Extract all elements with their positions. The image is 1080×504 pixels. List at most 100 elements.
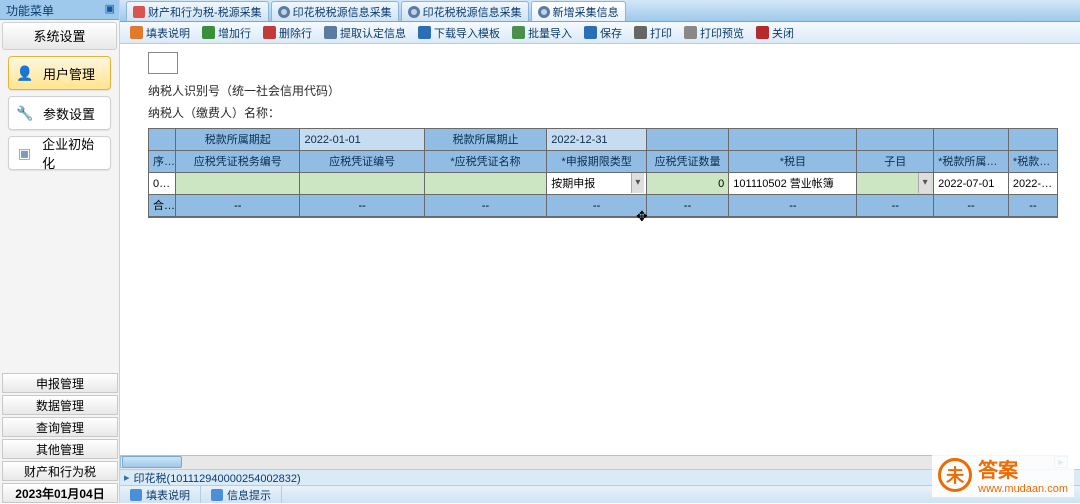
download-template-button[interactable]: 下载导入模板	[412, 23, 506, 43]
taxpayer-name-label: 纳税人（缴费人）名称：	[148, 104, 280, 121]
sum-dash: --	[857, 195, 934, 217]
col-sub-item: 子目	[857, 151, 934, 173]
sidebar-item-company-init[interactable]: ▣ 企业初始化	[8, 136, 111, 170]
header-blank	[729, 129, 857, 151]
col-seq: 序号	[149, 151, 176, 173]
print-button[interactable]: 打印	[628, 23, 678, 43]
user-icon: 👤	[15, 63, 35, 83]
btn-label: 下载导入模板	[434, 25, 500, 41]
left-sidebar: 功能菜单 ▣ 系统设置 👤 用户管理 🔧 参数设置 ▣ 企业初始化 申报管理 数…	[0, 0, 120, 503]
watermark: 未 答案 www.mudaan.com	[932, 452, 1074, 497]
header-blank	[857, 129, 934, 151]
breadcrumb-text[interactable]: 印花税(101112940000254002832)	[134, 470, 301, 486]
sidebar-item-param-set[interactable]: 🔧 参数设置	[8, 96, 111, 130]
sum-dash: --	[1009, 195, 1057, 217]
cell-cert-count[interactable]: 0	[647, 173, 729, 195]
tip-icon	[211, 489, 223, 501]
system-settings-header[interactable]: 系统设置	[2, 22, 117, 50]
doc-icon	[133, 6, 145, 18]
sum-dash: --	[729, 195, 857, 217]
tab-label: 印花税税源信息采集	[423, 4, 522, 20]
tab-label: 新增采集信息	[553, 4, 619, 20]
sum-dash: --	[300, 195, 424, 217]
scroll-thumb[interactable]	[122, 456, 182, 468]
header-period-start-value: 2022-01-01	[300, 129, 424, 151]
cell-declare-type-select[interactable]: 按期申报	[547, 173, 647, 195]
data-grid: 税款所属期起 2022-01-01 税款所属期止 2022-12-31 序号 应…	[148, 128, 1058, 218]
btn-label: 打印	[650, 25, 672, 41]
gear-icon	[538, 6, 550, 18]
nav-declare-mgmt[interactable]: 申报管理	[2, 373, 118, 393]
cell-tax-cert-no[interactable]	[176, 173, 300, 195]
close-button[interactable]: 关闭	[750, 23, 800, 43]
status-fill-instructions[interactable]: 填表说明	[120, 486, 201, 503]
header-period-end-label: 税款所属期止	[425, 129, 547, 151]
header-period-start-label: 税款所属期起	[176, 129, 300, 151]
plus-icon	[202, 26, 215, 39]
preview-icon	[684, 26, 697, 39]
fill-instructions-button[interactable]: 填表说明	[124, 23, 196, 43]
cell-cert-name[interactable]	[425, 173, 547, 195]
wrench-icon: 🔧	[15, 103, 35, 123]
col-cert-no: 应税凭证编号	[300, 151, 424, 173]
cell-own-end: 2022-12-31	[1009, 173, 1057, 195]
col-own-end: *税款所属期	[1009, 151, 1057, 173]
col-cert-count: 应税凭证数量	[647, 151, 729, 173]
btn-label: 关闭	[772, 25, 794, 41]
tab-new-collect[interactable]: 新增采集信息	[531, 1, 626, 21]
tabs-bar: 财产和行为税-税源采集 印花税税源信息采集 印花税税源信息采集 新增采集信息	[120, 0, 1080, 22]
delete-row-button[interactable]: 删除行	[257, 23, 318, 43]
nav-other-mgmt[interactable]: 其他管理	[2, 439, 118, 459]
cell-cert-no[interactable]	[300, 173, 424, 195]
form-area: 纳税人识别号（统一社会信用代码） 纳税人（缴费人）名称：	[120, 44, 1080, 128]
header-blank	[1009, 129, 1057, 151]
horizontal-scrollbar[interactable]: ◄ ►	[120, 455, 1068, 469]
batch-import-button[interactable]: 批量导入	[506, 23, 578, 43]
selection-box[interactable]	[148, 52, 178, 74]
status-label: 填表说明	[146, 487, 190, 503]
sidebar-item-label: 用户管理	[43, 64, 95, 83]
nav-tax-behavior[interactable]: 财产和行为税	[2, 461, 118, 481]
pin-icon[interactable]: ▣	[105, 2, 115, 15]
sidebar-item-user-mgmt[interactable]: 👤 用户管理	[8, 56, 111, 90]
download-icon	[418, 26, 431, 39]
col-cert-name: *应税凭证名称	[425, 151, 547, 173]
header-blank	[934, 129, 1009, 151]
nav-data-mgmt[interactable]: 数据管理	[2, 395, 118, 415]
col-declare-type: *申报期限类型	[547, 151, 647, 173]
sum-dash: --	[425, 195, 547, 217]
save-button[interactable]: 保存	[578, 23, 628, 43]
col-tax-cert-no: 应税凭证税务编号	[176, 151, 300, 173]
table-row[interactable]: 001 按期申报 0 101110502 营业帐簿 2022-07-01 202…	[149, 173, 1057, 195]
status-info-tip[interactable]: 信息提示	[201, 486, 282, 503]
sum-dash: --	[934, 195, 1009, 217]
info-icon	[130, 489, 142, 501]
fetch-info-button[interactable]: 提取认定信息	[318, 23, 412, 43]
cell-sub-item-select[interactable]	[857, 173, 934, 195]
watermark-logo-icon: 未	[938, 458, 972, 492]
btn-label: 批量导入	[528, 25, 572, 41]
btn-label: 删除行	[279, 25, 312, 41]
btn-label: 打印预览	[700, 25, 744, 41]
tab-stamp-tax-1[interactable]: 印花税税源信息采集	[271, 1, 399, 21]
nav-query-mgmt[interactable]: 查询管理	[2, 417, 118, 437]
print-preview-button[interactable]: 打印预览	[678, 23, 750, 43]
sidebar-item-label: 参数设置	[43, 104, 95, 123]
cell-own-start: 2022-07-01	[934, 173, 1009, 195]
toolbar: 填表说明 增加行 删除行 提取认定信息 下载导入模板 批量导入 保存 打印 打印…	[120, 22, 1080, 44]
sum-row: 合计 -- -- -- -- -- -- -- -- --	[149, 195, 1057, 217]
left-panel-title-text: 功能菜单	[6, 4, 54, 18]
bottom-nav: 申报管理 数据管理 查询管理 其他管理 财产和行为税 2023年01月04日	[2, 371, 118, 503]
btn-label: 提取认定信息	[340, 25, 406, 41]
minus-icon	[263, 26, 276, 39]
cell-tax-item: 101110502 营业帐簿	[729, 173, 857, 195]
gear-icon	[408, 6, 420, 18]
sidebar-item-label: 企业初始化	[42, 134, 104, 172]
add-row-button[interactable]: 增加行	[196, 23, 257, 43]
tab-label: 财产和行为税-税源采集	[148, 4, 262, 20]
save-icon	[584, 26, 597, 39]
col-own-start: *税款所属期起	[934, 151, 1009, 173]
tab-tax-source[interactable]: 财产和行为税-税源采集	[126, 1, 269, 21]
doc-icon	[130, 26, 143, 39]
tab-stamp-tax-2[interactable]: 印花税税源信息采集	[401, 1, 529, 21]
